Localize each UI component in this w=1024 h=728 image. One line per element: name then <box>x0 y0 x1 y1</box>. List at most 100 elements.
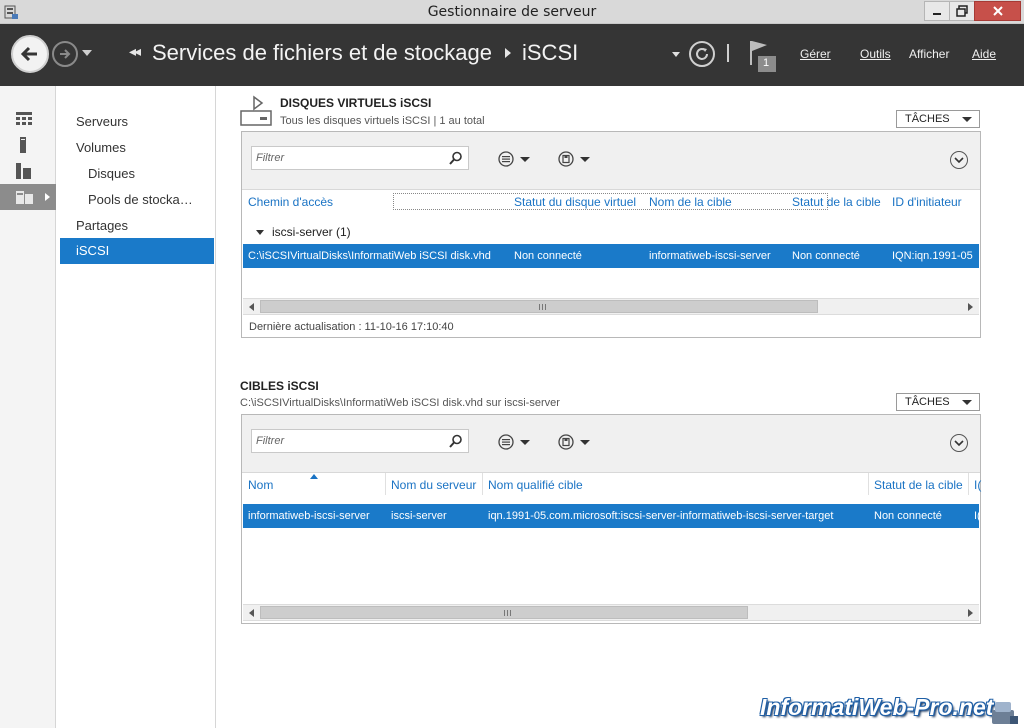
list-view-icon <box>498 151 514 167</box>
watermark-logo-icon <box>992 702 1018 724</box>
nav-item-serveurs[interactable]: Serveurs <box>60 109 214 135</box>
targets-expand-button[interactable] <box>950 434 968 452</box>
targets-save-query-button[interactable] <box>558 434 598 450</box>
menu-outils[interactable]: Outils <box>860 47 891 61</box>
scroll-left-icon[interactable] <box>249 303 254 311</box>
nav-item-partages[interactable]: Partages <box>60 213 214 239</box>
caret-down-icon <box>962 117 972 122</box>
file-storage-nav[interactable] <box>0 184 56 210</box>
all-servers-nav[interactable] <box>0 158 56 184</box>
local-server-icon <box>20 137 26 153</box>
group-label: iscsi-server (1) <box>272 225 351 239</box>
all-servers-icon <box>16 163 31 179</box>
flag-icon <box>750 41 776 72</box>
targets-hscrollbar[interactable] <box>243 604 979 621</box>
scroll-left-icon[interactable] <box>249 609 254 617</box>
file-storage-icon <box>16 191 33 204</box>
cell-target-status: Non connecté <box>792 250 860 262</box>
virtual-disks-filter-input[interactable]: Filtrer <box>251 146 469 170</box>
dashboard-nav[interactable] <box>0 106 56 132</box>
targets-filter-input[interactable]: Filtrer <box>251 429 469 453</box>
arrow-right-icon <box>60 49 71 59</box>
search-icon[interactable] <box>449 434 463 448</box>
notification-count-badge: 1 <box>763 57 770 69</box>
col-header-qualified-name[interactable]: Nom qualifié cible <box>488 478 583 492</box>
virtual-disks-group-button[interactable] <box>498 151 538 167</box>
col-header-truncated[interactable]: I( <box>974 478 981 492</box>
filter-placeholder: Filtrer <box>256 435 285 447</box>
col-header-target-name[interactable]: Nom de la cible <box>649 195 732 209</box>
nav-item-iscsi[interactable]: iSCSI <box>60 238 214 264</box>
chevron-down-icon <box>954 157 964 164</box>
title-bar: Gestionnaire de serveur <box>0 0 1024 24</box>
header-divider <box>727 44 729 62</box>
col-header-initiator-id[interactable]: ID d'initiateur <box>892 195 962 209</box>
scroll-right-icon[interactable] <box>968 303 973 311</box>
breadcrumb-dropdown-icon[interactable] <box>672 52 680 57</box>
dashboard-icon <box>16 112 32 125</box>
scroll-thumb[interactable] <box>260 606 748 619</box>
virtual-disks-hscrollbar[interactable] <box>243 298 979 315</box>
col-header-server-name[interactable]: Nom du serveur <box>391 478 476 492</box>
virtual-disks-save-query-button[interactable] <box>558 151 598 167</box>
save-query-icon <box>558 434 574 450</box>
close-button[interactable] <box>974 1 1021 21</box>
col-header-path[interactable]: Chemin d'accès <box>248 195 333 209</box>
nav-item-pools[interactable]: Pools de stocka… <box>60 187 214 213</box>
forward-button[interactable] <box>52 41 78 67</box>
notifications-button[interactable]: 1 <box>747 38 777 72</box>
caret-down-icon <box>520 439 530 445</box>
search-icon[interactable] <box>449 151 463 165</box>
filter-placeholder: Filtrer <box>256 152 285 164</box>
targets-tasks-button[interactable]: TÂCHES <box>896 393 980 411</box>
navigation-pane: Serveurs Volumes Disques Pools de stocka… <box>58 86 216 728</box>
virtual-disks-toolbar: Filtrer <box>242 132 980 190</box>
breadcrumb-back-icon[interactable]: ◂◂ <box>129 44 141 60</box>
cell-target-name: informatiweb-iscsi-server <box>649 250 771 262</box>
minimize-button[interactable] <box>924 1 950 21</box>
group-header-iscsi-server[interactable]: iscsi-server (1) <box>256 225 351 239</box>
app-header: ◂◂ Services de fichiers et de stockage i… <box>0 24 1024 86</box>
back-button[interactable] <box>11 35 49 73</box>
maximize-button[interactable] <box>949 1 975 21</box>
col-header-disk-status[interactable]: Statut du disque virtuel <box>514 195 636 209</box>
save-query-icon <box>558 151 574 167</box>
nav-item-volumes[interactable]: Volumes <box>60 135 214 161</box>
targets-title: CIBLES iSCSI <box>240 379 319 393</box>
col-header-target-status[interactable]: Statut de la cible <box>874 478 963 492</box>
refresh-icon <box>696 48 708 60</box>
cell-target-status: Non connecté <box>874 510 942 522</box>
chevron-down-icon <box>954 440 964 447</box>
tasks-label: TÂCHES <box>905 113 950 125</box>
caret-down-icon <box>580 439 590 445</box>
virtual-disks-expand-button[interactable] <box>950 151 968 169</box>
scroll-thumb[interactable] <box>260 300 818 313</box>
local-server-nav[interactable] <box>0 132 56 158</box>
menu-aide[interactable]: Aide <box>972 47 996 61</box>
menu-gerer[interactable]: Gérer <box>800 47 831 61</box>
breadcrumb-item-iscsi[interactable]: iSCSI <box>522 40 578 66</box>
virtual-disks-title: DISQUES VIRTUELS iSCSI <box>280 96 432 110</box>
nav-item-disques[interactable]: Disques <box>60 161 214 187</box>
site-watermark: InformatiWeb-Pro.net <box>760 694 994 720</box>
cell-truncated: I( <box>974 510 979 522</box>
breadcrumb-separator-icon <box>505 48 511 58</box>
cell-initiator-id: IQN:iqn.1991-05 <box>892 250 973 262</box>
virtual-disks-tasks-button[interactable]: TÂCHES <box>896 110 980 128</box>
refresh-button[interactable] <box>689 41 715 67</box>
collapse-triangle-icon[interactable] <box>256 230 264 236</box>
menu-afficher[interactable]: Afficher <box>909 47 949 61</box>
scroll-right-icon[interactable] <box>968 609 973 617</box>
main-content: DISQUES VIRTUELS iSCSI Tous les disques … <box>217 86 1024 728</box>
breadcrumb-item-file-storage[interactable]: Services de fichiers et de stockage <box>152 40 492 66</box>
col-header-name[interactable]: Nom <box>248 478 273 492</box>
col-header-target-status[interactable]: Statut de la cible <box>792 195 881 209</box>
targets-group-button[interactable] <box>498 434 538 450</box>
targets-toolbar: Filtrer <box>242 415 980 473</box>
history-dropdown-icon[interactable] <box>82 50 92 56</box>
expand-arrow-icon <box>45 193 50 201</box>
caret-down-icon <box>580 156 590 162</box>
table-row[interactable]: informatiweb-iscsi-server iscsi-server i… <box>243 504 979 528</box>
table-row[interactable]: C:\iSCSIVirtualDisks\InformatiWeb iSCSI … <box>243 244 979 268</box>
caret-down-icon <box>962 400 972 405</box>
